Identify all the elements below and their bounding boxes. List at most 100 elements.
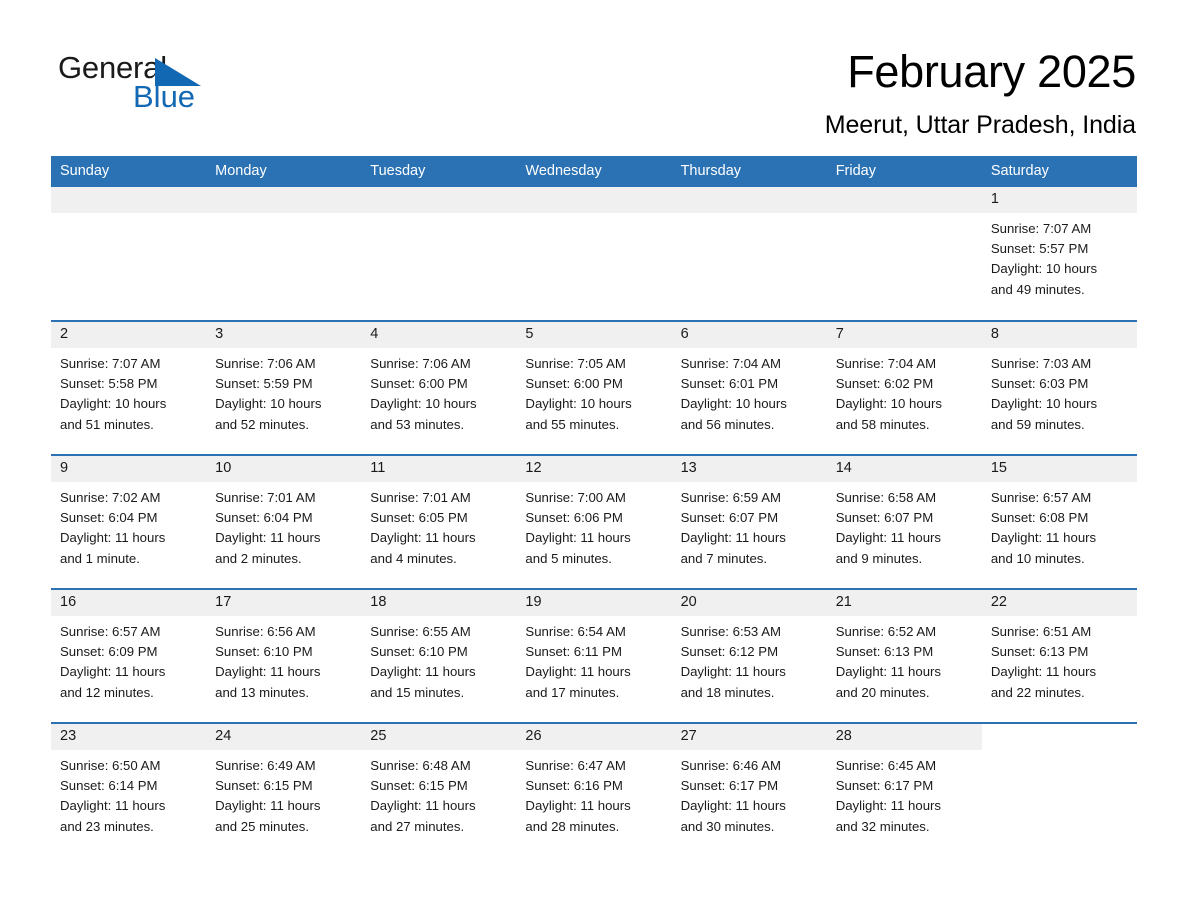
day-number: 26 xyxy=(516,724,672,750)
sunrise-text: Sunrise: 7:05 AM xyxy=(525,356,626,371)
calendar-cell-day[interactable]: 18 Sunrise: 6:55 AM Sunset: 6:10 PM Dayligh… xyxy=(361,588,517,723)
sunset-text: Sunset: 6:17 PM xyxy=(835,778,934,794)
calendar-cell-day[interactable]: 7 Sunrise: 7:04 AM Sunset: 6:02 PM Daylight… xyxy=(826,320,982,455)
sunset-text: Sunset: 6:13 PM xyxy=(835,644,934,660)
daylight-text-line2: and 53 minutes. xyxy=(370,416,465,432)
calendar-cell-day[interactable]: 8 Sunrise: 7:03 AM Sunset: 6:03 PM Daylight… xyxy=(981,320,1137,455)
sunrise-sunset-calendar-table: Sunday Monday Tuesday Wednesday Thursday… xyxy=(51,156,1137,857)
day-details: Sunrise: 6:53 AM Sunset: 6:12 PM Daylight:… xyxy=(672,616,827,703)
calendar-cell-day[interactable]: 21 Sunrise: 6:52 AM Sunset: 6:13 PM Dayligh… xyxy=(826,588,982,723)
calendar-body: 1 Sunrise: 7:07 AM Sunset: 5:57 PM Daylight… xyxy=(51,187,1137,857)
calendar-week-row: 2 Sunrise: 7:07 AM Sunset: 5:58 PM Daylight… xyxy=(51,320,1137,455)
calendar-cell-day[interactable]: 14 Sunrise: 6:58 AM Sunset: 6:07 PM Dayligh… xyxy=(826,454,982,589)
daylight-text-line2: and 20 minutes. xyxy=(835,684,930,700)
day-number: 14 xyxy=(826,456,982,482)
calendar-cell-day[interactable]: 15 Sunrise: 6:57 AM Sunset: 6:08 PM Dayligh… xyxy=(981,454,1137,589)
daylight-text-line1: Daylight: 11 hours xyxy=(60,664,166,680)
weekday-header-monday: Monday xyxy=(206,156,362,187)
calendar-cell-day[interactable]: 28 Sunrise: 6:45 AM Sunset: 6:17 PM Dayligh… xyxy=(826,722,982,857)
day-number: 15 xyxy=(981,456,1137,482)
daylight-text-line2: and 17 minutes. xyxy=(525,684,620,700)
calendar-cell-day[interactable]: 11 Sunrise: 7:01 AM Sunset: 6:05 PM Dayligh… xyxy=(361,454,517,589)
sunset-text: Sunset: 6:08 PM xyxy=(990,510,1089,526)
daylight-text-line2: and 4 minutes. xyxy=(370,550,457,566)
calendar-cell-empty xyxy=(671,187,827,321)
calendar-cell-day[interactable]: 3 Sunrise: 7:06 AM Sunset: 5:59 PM Daylight… xyxy=(206,320,362,455)
day-number xyxy=(206,187,362,213)
day-details: Sunrise: 7:04 AM Sunset: 6:02 PM Daylight:… xyxy=(827,348,982,435)
day-number: 28 xyxy=(826,724,982,750)
day-number: 12 xyxy=(516,456,672,482)
daylight-text-line2: and 55 minutes. xyxy=(525,416,620,432)
daylight-text-line1: Daylight: 11 hours xyxy=(215,664,321,680)
daylight-text-line1: Daylight: 11 hours xyxy=(370,798,476,814)
daylight-text-line1: Daylight: 11 hours xyxy=(525,664,631,680)
daylight-text-line2: and 58 minutes. xyxy=(835,416,930,432)
day-details: Sunrise: 7:01 AM Sunset: 6:04 PM Daylight:… xyxy=(206,482,361,569)
calendar-cell-day[interactable]: 22 Sunrise: 6:51 AM Sunset: 6:13 PM Dayligh… xyxy=(981,588,1137,723)
calendar-cell-day[interactable]: 10 Sunrise: 7:01 AM Sunset: 6:04 PM Dayligh… xyxy=(206,454,362,589)
daylight-text-line1: Daylight: 11 hours xyxy=(60,798,166,814)
sunset-text: Sunset: 6:07 PM xyxy=(680,510,779,526)
calendar-cell-day[interactable]: 1 Sunrise: 7:07 AM Sunset: 5:57 PM Daylight… xyxy=(981,187,1137,321)
sunrise-text: Sunrise: 6:58 AM xyxy=(835,490,937,505)
calendar-cell-day[interactable]: 12 Sunrise: 7:00 AM Sunset: 6:06 PM Dayligh… xyxy=(516,454,672,589)
calendar-cell-day[interactable]: 23 Sunrise: 6:50 AM Sunset: 6:14 PM Dayligh… xyxy=(51,722,207,857)
sunrise-text: Sunrise: 6:59 AM xyxy=(680,490,781,505)
daylight-text-line2: and 1 minute. xyxy=(60,550,140,566)
logo-text-blue: Blue xyxy=(133,79,196,114)
calendar-cell-day[interactable]: 19 Sunrise: 6:54 AM Sunset: 6:11 PM Dayligh… xyxy=(516,588,672,723)
calendar-cell-day[interactable]: 25 Sunrise: 6:48 AM Sunset: 6:15 PM Dayligh… xyxy=(361,722,517,857)
daylight-text-line2: and 27 minutes. xyxy=(370,818,465,834)
calendar-cell-day[interactable]: 5 Sunrise: 7:05 AM Sunset: 6:00 PM Daylight… xyxy=(516,320,672,455)
calendar-cell-day[interactable]: 2 Sunrise: 7:07 AM Sunset: 5:58 PM Daylight… xyxy=(51,320,207,455)
calendar-cell-day[interactable]: 16 Sunrise: 6:57 AM Sunset: 6:09 PM Dayligh… xyxy=(51,588,207,723)
day-details: Sunrise: 7:07 AM Sunset: 5:57 PM Daylight:… xyxy=(982,213,1137,300)
calendar-cell-day[interactable]: 17 Sunrise: 6:56 AM Sunset: 6:10 PM Dayligh… xyxy=(206,588,362,723)
day-number: 1 xyxy=(981,187,1137,213)
calendar-cell-empty xyxy=(826,187,982,321)
day-number: 21 xyxy=(826,590,982,616)
day-details: Sunrise: 6:51 AM Sunset: 6:13 PM Daylight:… xyxy=(982,616,1137,703)
calendar-week-row: 16 Sunrise: 6:57 AM Sunset: 6:09 PM Dayligh… xyxy=(51,588,1137,723)
calendar-cell-day[interactable]: 26 Sunrise: 6:47 AM Sunset: 6:16 PM Dayligh… xyxy=(516,722,672,857)
day-details: Sunrise: 6:49 AM Sunset: 6:15 PM Daylight:… xyxy=(206,750,361,837)
calendar-cell-day[interactable]: 20 Sunrise: 6:53 AM Sunset: 6:12 PM Dayligh… xyxy=(671,588,827,723)
calendar-cell-day[interactable]: 13 Sunrise: 6:59 AM Sunset: 6:07 PM Dayligh… xyxy=(671,454,827,589)
day-number: 5 xyxy=(516,322,672,348)
day-details: Sunrise: 6:56 AM Sunset: 6:10 PM Daylight:… xyxy=(206,616,361,703)
day-details: Sunrise: 7:06 AM Sunset: 5:59 PM Daylight:… xyxy=(206,348,361,435)
calendar-week-row: 23 Sunrise: 6:50 AM Sunset: 6:14 PM Dayligh… xyxy=(51,722,1137,857)
daylight-text-line2: and 23 minutes. xyxy=(60,818,154,834)
day-details: Sunrise: 7:06 AM Sunset: 6:00 PM Daylight:… xyxy=(361,348,516,435)
day-details: Sunrise: 7:07 AM Sunset: 5:58 PM Daylight:… xyxy=(51,348,206,435)
calendar-cell-day[interactable]: 6 Sunrise: 7:04 AM Sunset: 6:01 PM Daylight… xyxy=(671,320,827,455)
day-number: 25 xyxy=(361,724,517,750)
sunrise-text: Sunrise: 6:46 AM xyxy=(680,758,781,773)
day-details: Sunrise: 7:01 AM Sunset: 6:05 PM Daylight:… xyxy=(361,482,516,569)
calendar-week-row: 9 Sunrise: 7:02 AM Sunset: 6:04 PM Daylight… xyxy=(51,454,1137,589)
day-details: Sunrise: 7:05 AM Sunset: 6:00 PM Daylight:… xyxy=(516,348,671,435)
calendar-cell-day[interactable]: 9 Sunrise: 7:02 AM Sunset: 6:04 PM Daylight… xyxy=(51,454,207,589)
daylight-text-line1: Daylight: 10 hours xyxy=(215,396,322,412)
page-title: February 2025 xyxy=(847,46,1136,97)
calendar-cell-day[interactable]: 27 Sunrise: 6:46 AM Sunset: 6:17 PM Dayligh… xyxy=(671,722,827,857)
generalblue-logo[interactable]: General Blue xyxy=(58,46,238,116)
day-number: 22 xyxy=(981,590,1137,616)
day-details: Sunrise: 7:03 AM Sunset: 6:03 PM Daylight:… xyxy=(982,348,1137,435)
day-details: Sunrise: 6:57 AM Sunset: 6:09 PM Daylight:… xyxy=(51,616,206,703)
daylight-text-line2: and 28 minutes. xyxy=(525,818,620,834)
day-number: 4 xyxy=(361,322,517,348)
location-subtitle: Meerut, Uttar Pradesh, India xyxy=(824,110,1136,139)
day-details: Sunrise: 7:04 AM Sunset: 6:01 PM Daylight:… xyxy=(672,348,827,435)
daylight-text-line1: Daylight: 11 hours xyxy=(370,530,476,546)
calendar-cell-day[interactable]: 4 Sunrise: 7:06 AM Sunset: 6:00 PM Daylight… xyxy=(361,320,517,455)
sunset-text: Sunset: 6:07 PM xyxy=(835,510,934,526)
day-number xyxy=(981,724,1137,750)
sunrise-text: Sunrise: 7:01 AM xyxy=(370,490,471,505)
calendar-cell-day[interactable]: 24 Sunrise: 6:49 AM Sunset: 6:15 PM Dayligh… xyxy=(206,722,362,857)
daylight-text-line1: Daylight: 11 hours xyxy=(990,664,1097,680)
sunrise-text: Sunrise: 6:53 AM xyxy=(680,624,781,639)
calendar-cell-empty xyxy=(981,722,1137,857)
calendar-cell-empty xyxy=(361,187,517,321)
